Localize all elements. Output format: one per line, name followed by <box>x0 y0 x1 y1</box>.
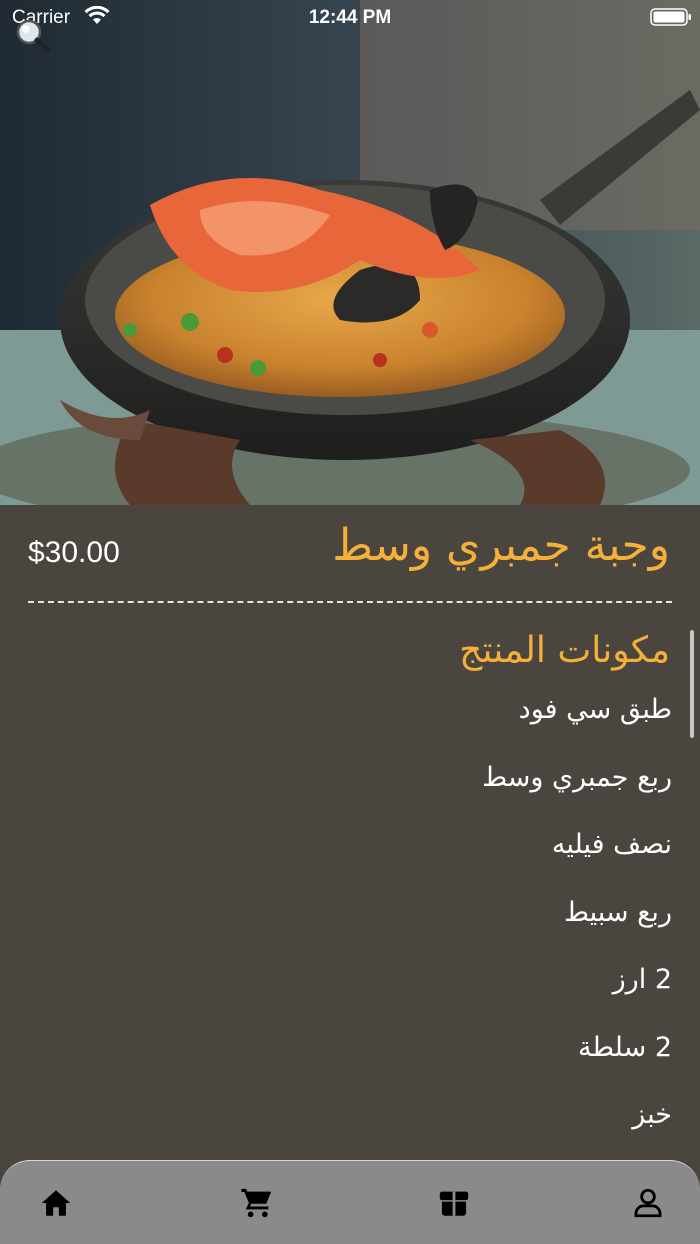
tab-cart[interactable] <box>237 1183 277 1223</box>
tab-bar <box>0 1160 700 1244</box>
product-title: وجبة جمبري وسط <box>332 520 670 571</box>
product-image <box>0 0 700 505</box>
ingredient-item: ربع جمبري وسط <box>482 761 672 793</box>
ingredient-item: ربع سبيط <box>563 896 672 928</box>
cart-icon <box>241 1188 272 1218</box>
zoom-icon[interactable] <box>14 18 52 54</box>
ingredient-item: طبق سي فود <box>518 694 672 725</box>
tab-profile[interactable] <box>628 1183 668 1223</box>
profile-icon <box>634 1188 662 1218</box>
ingredients-list: طبق سي فود ربع جمبري وسط نصف فيليه ربع س… <box>32 690 672 1163</box>
status-bar: Carrier 12:44 PM <box>0 0 700 36</box>
ingredient-item: 2 ارز <box>612 964 672 995</box>
battery-icon <box>650 8 691 26</box>
box-icon <box>439 1191 469 1216</box>
scrollbar[interactable] <box>690 630 694 738</box>
ingredients-title: مكونات المنتج <box>459 630 670 671</box>
product-header: وجبة جمبري وسط $30.00 <box>0 520 700 590</box>
ingredient-item: نصف فيليه <box>551 829 672 860</box>
home-icon <box>41 1190 71 1216</box>
clock: 12:44 PM <box>308 7 392 28</box>
product-price: $30.00 <box>28 536 120 569</box>
tab-home[interactable] <box>36 1183 76 1223</box>
ingredient-item: 2 سلطة <box>578 1031 672 1063</box>
ingredient-item: خبز <box>632 1099 672 1130</box>
seafood-pan-photo <box>0 0 700 505</box>
tab-orders[interactable] <box>434 1183 474 1223</box>
divider <box>28 601 672 603</box>
